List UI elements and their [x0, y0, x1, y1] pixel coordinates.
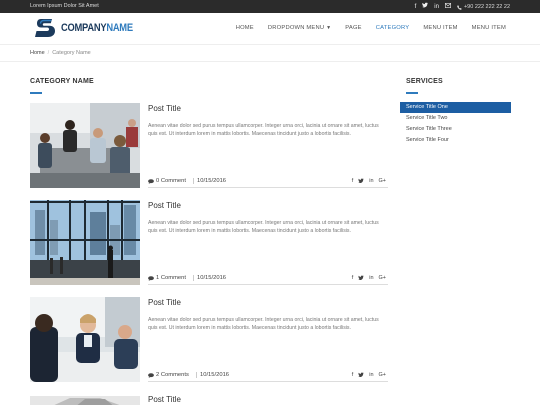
share-google-plus-icon[interactable]: G+	[379, 372, 387, 379]
breadcrumb-current: Category Name	[52, 50, 91, 56]
tagline: Lorem Ipsum Dolor Sit Amet	[30, 3, 99, 9]
comment-count[interactable]: 1 Comment	[148, 275, 186, 281]
linkedin-icon[interactable]: in	[434, 3, 439, 12]
logo-name-part: NAME	[106, 22, 133, 34]
post-card: Post Title Aenean vitae dolor sed purus …	[30, 297, 388, 383]
comment-count[interactable]: 0 Comment	[148, 178, 186, 184]
phone-contact[interactable]: +90 222 222 22 22	[457, 3, 510, 12]
post-excerpt: Aenean vitae dolor sed purus tempus ulla…	[148, 123, 379, 137]
comment-count-text: 2 Comments	[156, 372, 189, 378]
post-title[interactable]: Post Title	[148, 298, 181, 307]
service-item-four[interactable]: Service Title Four	[400, 135, 511, 146]
caret-down-icon: ▼	[326, 25, 332, 31]
logo-company-part: COMPANY	[61, 22, 107, 34]
company-logo[interactable]: COMPANYNAME	[34, 16, 146, 40]
post-thumbnail[interactable]	[30, 103, 140, 188]
share-twitter-icon[interactable]	[358, 372, 364, 379]
top-bar: Lorem Ipsum Dolor Sit Amet f in +90 222 …	[0, 0, 540, 13]
phone-icon	[457, 4, 462, 10]
breadcrumb-separator: /	[47, 50, 50, 56]
post-date: 10/15/2016	[193, 178, 226, 184]
nav-home[interactable]: HOME	[236, 25, 254, 31]
service-item-one[interactable]: Service Title One	[400, 102, 511, 113]
post-thumbnail[interactable]	[30, 297, 140, 382]
post-card: Post Title Aenean vitae dolor sed purus …	[30, 200, 388, 286]
share-links: f in G+	[352, 178, 386, 185]
title-underline	[30, 92, 42, 94]
page-title: CATEGORY NAME	[30, 78, 94, 85]
post-title[interactable]: Post Title	[148, 104, 181, 113]
post-thumbnail[interactable]	[30, 200, 140, 285]
company-name: COMPANYNAME	[61, 22, 133, 34]
share-twitter-icon[interactable]	[358, 178, 364, 185]
post-meta: 1 Comment 10/15/2016 f in G+	[148, 274, 388, 285]
services-underline	[406, 92, 418, 94]
breadcrumb-home[interactable]: Home	[30, 50, 45, 56]
post-excerpt: Aenean vitae dolor sed purus tempus ulla…	[148, 220, 379, 234]
nav-dropdown-label: DROPDOWN MENU	[267, 25, 325, 31]
top-bar-links: f in +90 222 222 22 22	[415, 2, 510, 12]
post-meta: 2 Comments 10/15/2016 f in G+	[148, 371, 388, 382]
comment-icon	[148, 372, 154, 378]
post-date: 10/15/2016	[196, 372, 229, 378]
share-linkedin-icon[interactable]: in	[369, 275, 373, 282]
post-meta: 0 Comment 10/15/2016 f in G+	[148, 177, 388, 188]
share-linkedin-icon[interactable]: in	[369, 372, 373, 379]
phone-number: +90 222 222 22 22	[463, 3, 510, 10]
post-title[interactable]: Post Title	[148, 201, 181, 210]
facebook-icon[interactable]: f	[415, 3, 417, 12]
comment-count-text: 0 Comment	[156, 178, 186, 184]
nav-menu-item-1[interactable]: MENU ITEM	[423, 25, 457, 31]
share-links: f in G+	[352, 372, 386, 379]
service-item-two[interactable]: Service Title Two	[400, 113, 511, 124]
post-card: Post Title Aenean vitae dolor sed purus …	[30, 103, 388, 189]
comment-icon	[148, 178, 154, 184]
post-card: Post Title	[30, 394, 388, 405]
nav-dropdown-menu[interactable]: DROPDOWN MENU ▼	[268, 25, 331, 31]
mail-icon[interactable]	[444, 2, 451, 12]
post-date: 10/15/2016	[193, 275, 226, 281]
share-facebook-icon[interactable]: f	[352, 178, 354, 185]
twitter-icon[interactable]	[422, 2, 429, 12]
comment-count-text: 1 Comment	[156, 275, 186, 281]
comment-icon	[148, 275, 154, 281]
main-nav: HOME DROPDOWN MENU ▼ PAGE CATEGORY MENU …	[236, 25, 506, 31]
comment-count[interactable]: 2 Comments	[148, 372, 189, 378]
services-title: SERVICES	[406, 78, 443, 85]
post-title[interactable]: Post Title	[148, 395, 181, 404]
services-list: Service Title One Service Title Two Serv…	[400, 102, 511, 146]
post-thumbnail[interactable]	[30, 394, 140, 405]
share-facebook-icon[interactable]: f	[352, 275, 354, 282]
post-excerpt: Aenean vitae dolor sed purus tempus ulla…	[148, 317, 379, 331]
share-twitter-icon[interactable]	[358, 275, 364, 282]
share-facebook-icon[interactable]: f	[352, 372, 354, 379]
share-google-plus-icon[interactable]: G+	[379, 178, 387, 185]
share-links: f in G+	[352, 275, 386, 282]
share-linkedin-icon[interactable]: in	[369, 178, 373, 185]
nav-page[interactable]: PAGE	[345, 25, 361, 31]
nav-category[interactable]: CATEGORY	[376, 25, 410, 31]
logo-s-icon	[35, 19, 55, 37]
breadcrumb: Home / Category Name	[0, 45, 540, 62]
share-google-plus-icon[interactable]: G+	[379, 275, 387, 282]
service-item-three[interactable]: Service Title Three	[400, 124, 511, 135]
nav-menu-item-2[interactable]: MENU ITEM	[472, 25, 506, 31]
site-header: COMPANYNAME HOME DROPDOWN MENU ▼ PAGE CA…	[0, 13, 540, 45]
